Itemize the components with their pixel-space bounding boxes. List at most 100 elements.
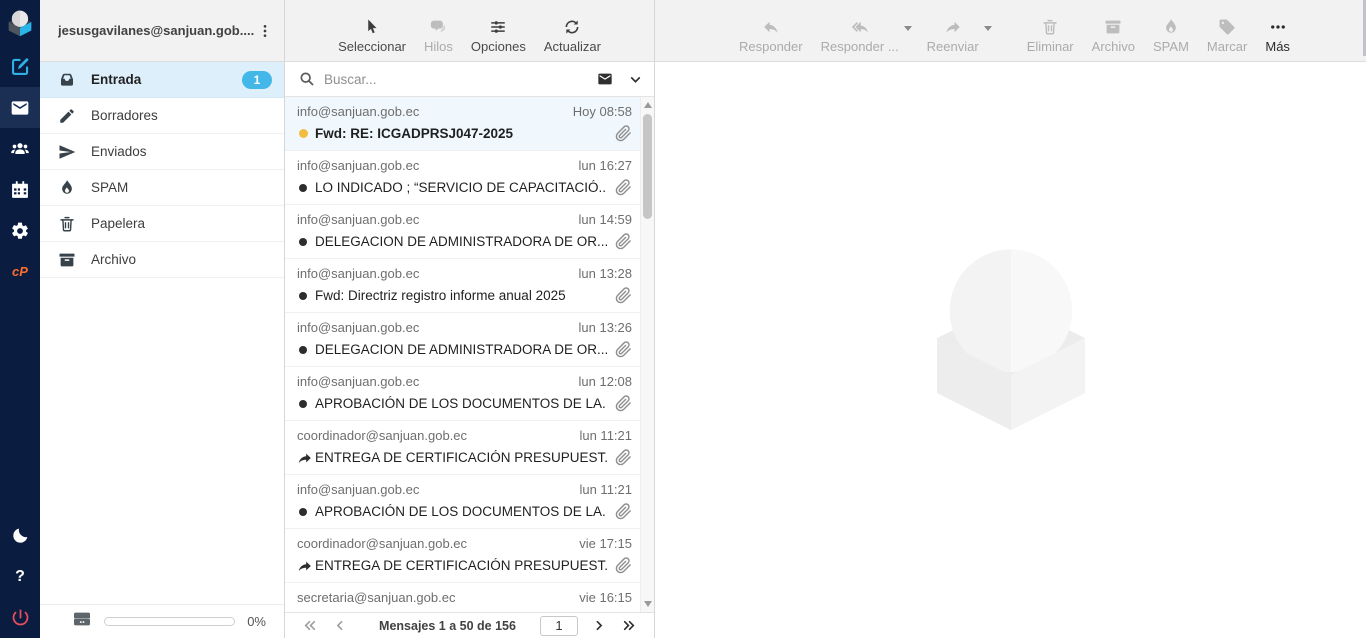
message-status[interactable] [297,184,315,192]
kebab-menu-icon [257,23,273,39]
list-scrollbar[interactable] [640,97,654,612]
folder-borradores[interactable]: Borradores [40,98,284,134]
reply-all-caret-icon[interactable] [904,26,912,31]
sidebar-item-darkmode[interactable] [0,515,40,556]
sidebar-item-compose[interactable] [0,46,40,87]
scrollbar-down-arrow[interactable] [644,601,652,607]
message-status[interactable] [297,238,315,246]
refresh-button[interactable]: Actualizar [539,18,606,54]
message-sender: coordinador@sanjuan.gob.ec [297,536,571,551]
trash-icon [58,215,78,233]
select-button[interactable]: Seleccionar [333,18,411,54]
search-scope-mail-icon[interactable] [595,71,615,87]
message-subject: ENTREGA DE CERTIFICACIÓN PRESUPUEST... [315,558,607,573]
sidebar-item-settings[interactable] [0,210,40,251]
sidebar-item-contacts[interactable] [0,128,40,169]
more-label: Más [1265,39,1290,54]
sidebar-item-mail[interactable] [0,87,40,128]
message-sender: info@sanjuan.gob.ec [297,482,571,497]
last-page-button[interactable] [614,619,644,632]
inbox-icon [58,71,78,89]
folder-enviados[interactable]: Enviados [40,134,284,170]
account-email: jesusgavilanes@sanjuan.gob.... [58,23,254,38]
sidebar-item-help[interactable]: ? [0,556,40,597]
next-page-button[interactable] [584,619,614,632]
message-list-item[interactable]: info@sanjuan.gob.ec lun 14:59 DELEGACION… [285,205,640,259]
message-list-item[interactable]: info@sanjuan.gob.ec lun 12:08 APROBACIÓN… [285,367,640,421]
archive-button[interactable]: Archivo [1086,18,1141,54]
sidebar-item-cpanel[interactable]: cP [0,251,40,292]
attachment-paperclip-icon [615,503,632,520]
quota-percent: 0% [247,614,266,629]
message-status[interactable] [297,400,315,408]
message-date: lun 14:59 [579,212,633,227]
taskmenu-spacer [0,292,40,515]
delete-button[interactable]: Eliminar [1021,18,1080,54]
folder-papelera[interactable]: Papelera [40,206,284,242]
reply-all-icon [849,18,871,36]
sidebar-item-calendar[interactable] [0,169,40,210]
message-list-item[interactable]: info@sanjuan.gob.ec lun 16:27 LO INDICAD… [285,151,640,205]
message-list-item[interactable]: coordinador@sanjuan.gob.ec lun 11:21 ENT… [285,421,640,475]
scrollbar-up-arrow[interactable] [644,102,652,108]
message-status[interactable] [297,292,315,300]
folder-spam[interactable]: SPAM [40,170,284,206]
attachment-paperclip-icon [615,395,632,412]
folder-label: Archivo [91,252,136,267]
paper-plane-icon [58,143,78,161]
threads-button[interactable]: Hilos [419,18,458,54]
scrollbar-thumb[interactable] [643,114,652,219]
status-dot-icon [299,508,307,516]
reply-all-button[interactable]: Responder ... [815,18,905,54]
message-subject: Fwd: RE: ICGADPRSJ047-2025 [315,126,607,141]
message-status[interactable] [297,508,315,516]
prev-page-button[interactable] [325,619,355,632]
message-row-bottom: LO INDICADO ; “SERVICIO DE CAPACITACIÓ..… [297,179,632,196]
message-list-item[interactable]: coordinador@sanjuan.gob.ec vie 17:15 ENT… [285,529,640,583]
spam-label: SPAM [1153,39,1189,54]
sidebar-item-logout[interactable] [0,597,40,638]
message-status[interactable] [297,346,315,354]
message-status[interactable] [297,129,315,138]
search-input[interactable] [324,72,595,87]
options-button[interactable]: Opciones [466,18,531,54]
message-list-column: Seleccionar Hilos Opciones [285,0,655,638]
spam-button[interactable]: SPAM [1147,18,1195,54]
reply-all-label: Responder ... [821,39,899,54]
message-sender: coordinador@sanjuan.gob.ec [297,428,571,443]
folder-label: Papelera [91,216,145,231]
account-header: jesusgavilanes@sanjuan.gob.... [40,0,284,62]
forward-caret-icon[interactable] [984,26,992,31]
status-dot-icon [299,129,308,138]
threads-label: Hilos [424,39,453,54]
webmail-app: cP ? jesusgavilanes@sanjuan.gob.... [0,0,1366,638]
folder-archivo[interactable]: Archivo [40,242,284,278]
message-sender: info@sanjuan.gob.ec [297,104,565,119]
message-list-item[interactable]: info@sanjuan.gob.ec lun 13:26 DELEGACION… [285,313,640,367]
message-date: lun 11:21 [579,482,632,497]
more-button[interactable]: Más [1259,18,1296,54]
compose-icon [10,56,31,77]
page-number-input[interactable] [540,616,578,636]
message-list-item[interactable]: info@sanjuan.gob.ec lun 11:21 APROBACIÓN… [285,475,640,529]
message-row-top: info@sanjuan.gob.ec Hoy 08:58 [297,104,632,119]
content-column: Responder Responder ... Reenviar [655,0,1366,638]
folder-entrada[interactable]: Entrada 1 [40,62,284,98]
message-status[interactable] [297,559,315,573]
mark-button[interactable]: Marcar [1201,18,1253,54]
message-status[interactable] [297,451,315,465]
message-list-item[interactable]: info@sanjuan.gob.ec Hoy 08:58 Fwd: RE: I… [285,97,640,151]
message-row-bottom: ENTREGA DE CERTIFICACIÓN PRESUPUEST... [297,557,632,574]
forward-button[interactable]: Reenviar [921,18,985,54]
select-label: Seleccionar [338,39,406,54]
message-row-bottom: DELEGACION DE ADMINISTRADORA DE OR... [297,233,632,250]
message-list-item[interactable]: info@sanjuan.gob.ec lun 13:28 Fwd: Direc… [285,259,640,313]
message-preview-area [655,62,1366,638]
account-menu-button[interactable] [254,20,276,42]
message-list-item[interactable]: secretaria@sanjuan.gob.ec vie 16:15 [285,583,640,612]
search-options-chevron-down-icon[interactable] [629,73,642,86]
first-page-button[interactable] [295,619,325,632]
message-row-top: info@sanjuan.gob.ec lun 14:59 [297,212,632,227]
reply-button[interactable]: Responder [733,18,809,54]
message-row-top: info@sanjuan.gob.ec lun 13:28 [297,266,632,281]
